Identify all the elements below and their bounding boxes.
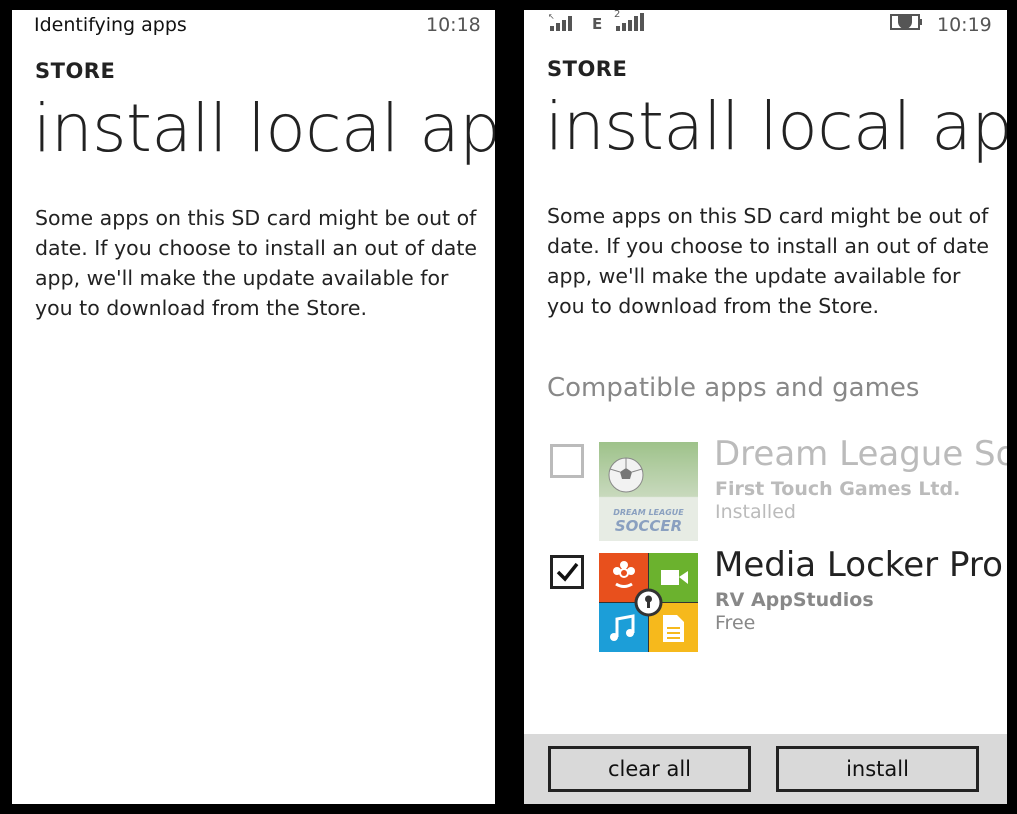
icon-caption-bottom: SOCCER [614,517,683,535]
page-title: install local apps [33,90,495,167]
icon-caption-top: DREAM LEAGUE [613,508,684,517]
app-status: Free [715,612,756,634]
clear-all-button[interactable]: clear all [548,746,751,792]
description-text: Some apps on this SD card might be out o… [547,204,990,318]
app-name: Dream League Soccer [714,434,1007,474]
install-button[interactable]: install [776,746,979,792]
app-publisher: RV AppStudios [715,589,874,611]
left-phone-screen: Identifying apps 10:18 STORE install loc… [12,10,495,804]
app-checkbox-unchecked[interactable] [550,444,584,478]
app-checkbox-checked[interactable] [550,555,584,589]
section-title: Compatible apps and games [547,373,920,403]
battery-saver-icon [890,13,924,31]
lock-icon [634,588,663,617]
app-list-item[interactable]: Media Locker Pro RV AppStudios Free [547,545,1007,653]
svg-text:↖: ↖ [548,12,555,21]
status-text: Identifying apps [34,14,187,36]
media-locker-pro-icon [599,553,698,652]
app-publisher: First Touch Games Ltd. [715,478,961,500]
app-label-store: STORE [547,57,628,81]
status-clock: 10:19 [937,14,992,36]
app-bar: clear all install [524,734,1007,804]
sim2-signal-icon: 2 [612,10,646,32]
network-type-label: E [592,15,603,33]
app-list-item[interactable]: DREAM LEAGUE SOCCER Dream League Soccer … [547,434,1007,542]
dream-league-soccer-icon: DREAM LEAGUE SOCCER [599,442,698,541]
status-clock: 10:18 [426,14,481,36]
description-text: Some apps on this SD card might be out o… [35,206,478,320]
signal-strength-icon: ↖ [548,12,578,32]
app-status: Installed [715,501,796,523]
right-phone-screen: ↖ E 2 10:19 STORE install local apps Som… [524,10,1007,804]
app-name: Media Locker Pro [714,545,1003,585]
app-label-store: STORE [35,59,116,83]
page-title: install local apps [545,88,1007,165]
